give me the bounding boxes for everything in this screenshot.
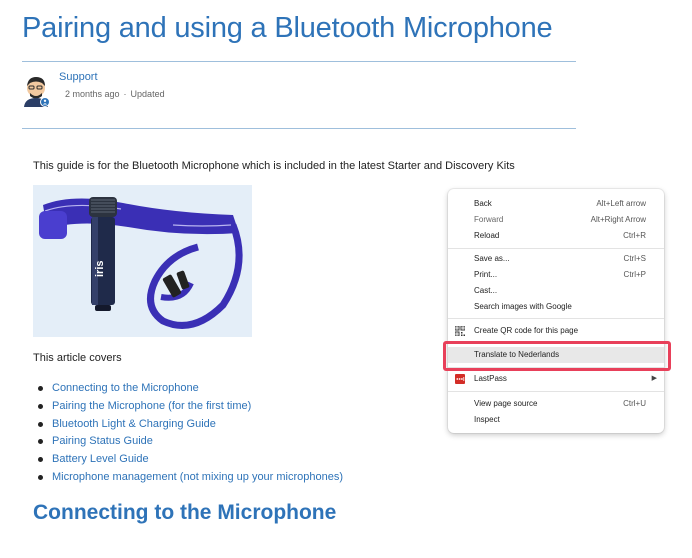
- toc-link[interactable]: Microphone management (not mixing up you…: [52, 471, 343, 483]
- lastpass-dots-icon: [456, 377, 465, 381]
- menu-item-back[interactable]: Back Alt+Left arrow: [448, 196, 664, 212]
- toc-item[interactable]: Pairing Status Guide: [38, 435, 343, 453]
- qr-code-icon: [455, 326, 465, 336]
- menu-item-reload[interactable]: Reload Ctrl+R: [448, 228, 664, 244]
- header-divider: [22, 61, 576, 62]
- bullet-icon: [38, 403, 43, 409]
- toc-item[interactable]: Bluetooth Light & Charging Guide: [38, 418, 343, 436]
- bullet-icon: [38, 439, 43, 445]
- toc-link[interactable]: Bluetooth Light & Charging Guide: [52, 418, 216, 430]
- menu-item-label: Print...: [474, 270, 498, 279]
- menu-item-lastpass[interactable]: LastPass ▶: [448, 371, 664, 387]
- menu-item-label: Cast...: [474, 286, 498, 295]
- context-menu: Back Alt+Left arrow Forward Alt+Right Ar…: [448, 189, 664, 433]
- toc-item[interactable]: Microphone management (not mixing up you…: [38, 471, 343, 489]
- meta-time: 2 months ago: [65, 89, 120, 99]
- microphone-image-icon: iris: [33, 185, 252, 337]
- menu-item-inspect[interactable]: Inspect: [448, 412, 664, 428]
- menu-item-label: Forward: [474, 215, 504, 224]
- menu-item-print[interactable]: Print... Ctrl+P: [448, 267, 664, 283]
- menu-item-label: LastPass: [474, 374, 507, 383]
- translate-highlight-box: [443, 341, 671, 371]
- toc-link[interactable]: Battery Level Guide: [52, 453, 149, 465]
- menu-item-label: Reload: [474, 231, 500, 240]
- toc-link[interactable]: Pairing Status Guide: [52, 435, 153, 447]
- menu-item-shortcut: Alt+Right Arrow: [590, 215, 646, 224]
- bullet-icon: [38, 457, 43, 463]
- menu-item-label: View page source: [474, 399, 538, 408]
- menu-item-shortcut: Alt+Left arrow: [596, 199, 646, 208]
- page-title: Pairing and using a Bluetooth Microphone: [22, 12, 553, 44]
- toc-list: Connecting to the Microphone Pairing the…: [38, 382, 343, 489]
- toc-item[interactable]: Connecting to the Microphone: [38, 382, 343, 400]
- bullet-icon: [38, 421, 43, 427]
- menu-item-shortcut: Ctrl+P: [623, 270, 646, 279]
- bullet-icon: [38, 474, 43, 480]
- menu-item-label: Search images with Google: [474, 302, 572, 311]
- menu-item-label: Back: [474, 199, 492, 208]
- lastpass-icon: [455, 374, 465, 384]
- menu-separator: [448, 318, 664, 319]
- meta-updated: Updated: [130, 89, 165, 99]
- menu-item-forward[interactable]: Forward Alt+Right Arrow: [448, 212, 664, 228]
- section-heading: Connecting to the Microphone: [33, 501, 337, 524]
- toc-link[interactable]: Pairing the Microphone (for the first ti…: [52, 400, 251, 412]
- menu-item-search-images[interactable]: Search images with Google: [448, 299, 664, 315]
- menu-item-save-as[interactable]: Save as... Ctrl+S: [448, 251, 664, 267]
- menu-item-label: Create QR code for this page: [474, 326, 579, 335]
- menu-item-shortcut: Ctrl+S: [623, 254, 646, 263]
- bullet-icon: [38, 386, 43, 391]
- svg-text:iris: iris: [94, 260, 106, 277]
- covers-label: This article covers: [33, 352, 122, 364]
- menu-item-view-source[interactable]: View page source Ctrl+U: [448, 396, 664, 412]
- intro-paragraph: This guide is for the Bluetooth Micropho…: [33, 160, 515, 172]
- menu-item-label: Inspect: [474, 415, 500, 424]
- menu-separator: [448, 248, 664, 249]
- menu-separator: [448, 391, 664, 392]
- author-avatar[interactable]: [22, 75, 52, 107]
- menu-item-shortcut: Ctrl+R: [623, 231, 646, 240]
- toc-link[interactable]: Connecting to the Microphone: [52, 382, 199, 394]
- menu-item-shortcut: Ctrl+U: [623, 399, 646, 408]
- meta-divider: [22, 128, 576, 129]
- menu-item-cast[interactable]: Cast...: [448, 283, 664, 299]
- author-name[interactable]: Support: [59, 71, 98, 83]
- meta-separator: ·: [123, 89, 127, 99]
- menu-item-qr-code[interactable]: Create QR code for this page: [448, 323, 664, 339]
- menu-item-label: Save as...: [474, 254, 510, 263]
- toc-item[interactable]: Pairing the Microphone (for the first ti…: [38, 400, 343, 418]
- article-meta: 2 months ago · Updated: [65, 89, 165, 99]
- microphone-photo: iris: [33, 185, 252, 337]
- toc-item[interactable]: Battery Level Guide: [38, 453, 343, 471]
- submenu-arrow-icon: ▶: [651, 375, 657, 382]
